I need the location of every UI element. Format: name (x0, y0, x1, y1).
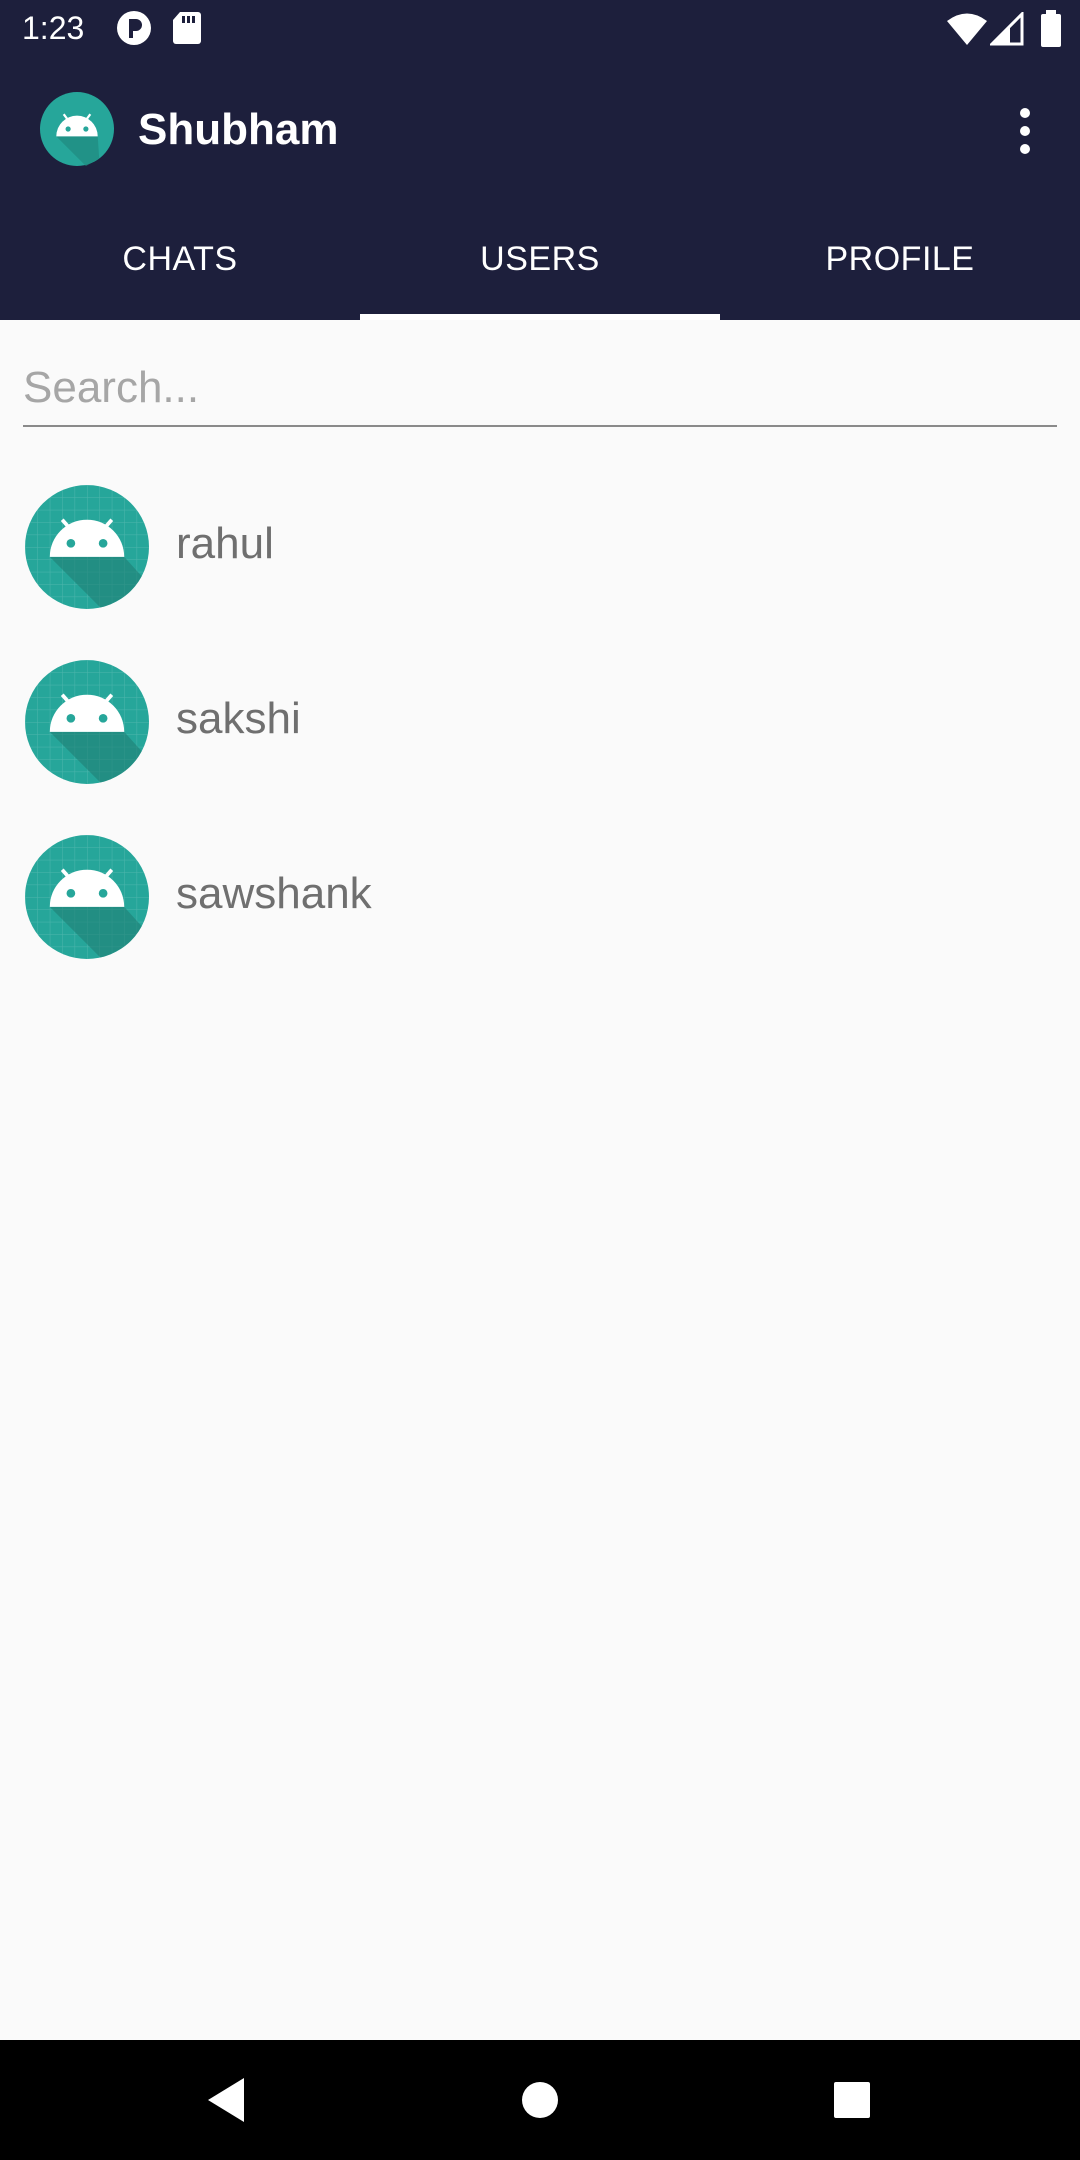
toolbar-title: Shubham (138, 105, 339, 154)
user-name: rahul (176, 519, 274, 568)
wifi-icon (947, 13, 987, 45)
android-avatar-icon (25, 835, 149, 959)
signal-icon (990, 12, 1024, 46)
android-avatar-icon (40, 92, 114, 166)
back-icon[interactable] (198, 2070, 258, 2130)
user-name: sakshi (176, 694, 301, 743)
tab-profile[interactable]: PROFILE (720, 199, 1080, 320)
tab-indicator (360, 314, 720, 320)
search-field (23, 355, 1057, 427)
tab-users[interactable]: USERS (360, 199, 720, 320)
user-name: sawshank (176, 869, 372, 918)
tab-chats[interactable]: CHATS (0, 199, 360, 320)
recents-icon[interactable] (822, 2070, 882, 2130)
tab-bar: CHATS USERS PROFILE (0, 199, 1080, 320)
list-item[interactable]: sakshi (0, 660, 1080, 835)
android-avatar-icon (25, 485, 149, 609)
status-time: 1:23 (22, 10, 85, 46)
app-toolbar: Shubham (0, 63, 1080, 199)
status-bar: 1:23 (0, 0, 1080, 63)
android-avatar-icon (25, 660, 149, 784)
list-item[interactable]: rahul (0, 485, 1080, 660)
list-item[interactable]: sawshank (0, 835, 1080, 1010)
search-input[interactable] (23, 355, 1057, 421)
home-icon[interactable] (510, 2070, 570, 2130)
more-vert-icon[interactable] (1005, 101, 1045, 161)
system-nav-bar (0, 2040, 1080, 2160)
battery-icon (1041, 10, 1061, 47)
sd-card-icon (173, 12, 201, 44)
notification-p-icon (117, 11, 151, 45)
